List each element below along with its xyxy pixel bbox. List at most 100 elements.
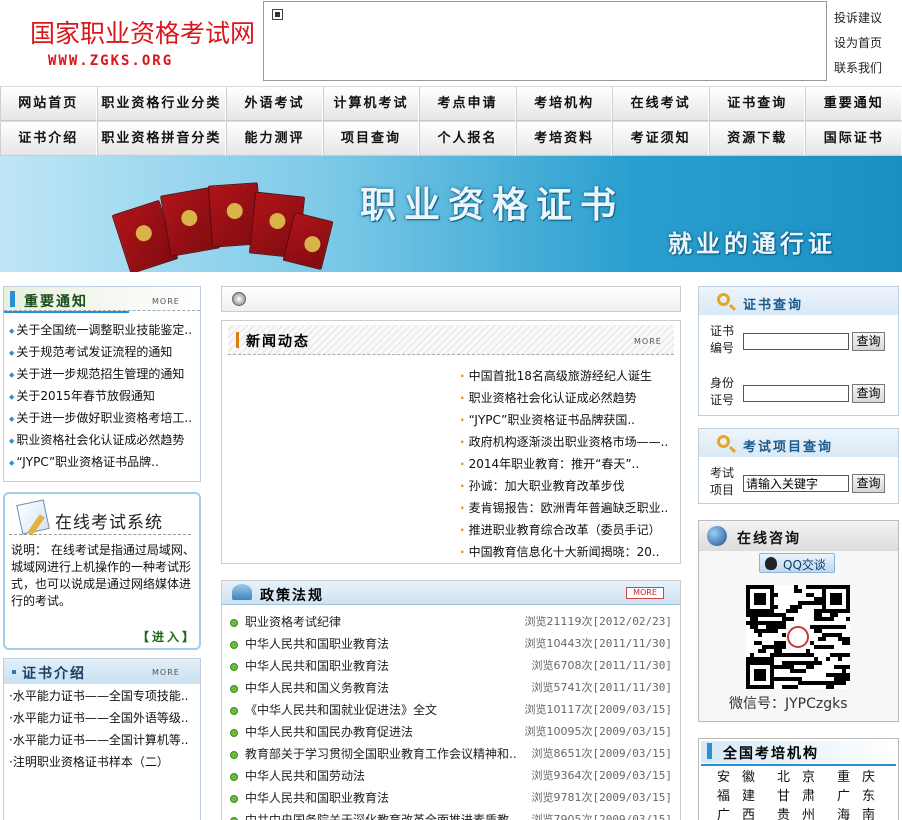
qr-module [794,669,798,673]
province-link[interactable]: 重庆 [837,768,897,787]
policy-item[interactable]: 中华人民共和国义务教育法 浏览5741次[2011/11/30] [230,677,676,699]
nav-item[interactable]: 考培机构 [515,86,613,121]
nav-item[interactable]: 项目查询 [322,121,420,156]
cert-intro-item[interactable]: ·水平能力证书——全国专项技能.. [9,688,195,705]
notice-more-link[interactable]: MORE [152,297,180,306]
news-item[interactable]: · 推进职业教育综合改革（委员手记） [460,519,674,541]
qr-module [778,677,782,681]
bullet-icon: ◆ [9,436,15,445]
policy-item[interactable]: 职业资格考试纪律 浏览21119次[2012/02/23] [230,611,676,633]
qq-chat-button[interactable]: QQ交谈 [759,553,835,573]
news-item[interactable]: · 孙诚：加大职业教育改革步伐 [460,475,674,497]
set-homepage-link[interactable]: 设为首页 [834,34,882,51]
qr-module [838,625,842,629]
exam-keyword-input[interactable] [743,475,849,492]
policy-item[interactable]: 中共中央国务院关于深化教育改革全面推进素质教.. 浏览7905次[2009/03/… [230,809,676,820]
qr-module [838,657,842,661]
qr-module [814,597,818,601]
qr-module [774,593,778,597]
qr-module [762,613,766,617]
news-item[interactable]: · 中国教育信息化十大新闻揭晓：20.. [460,541,674,563]
id-number-input[interactable] [743,385,849,402]
policy-bullet-icon [230,728,238,737]
nav-item[interactable]: 重要通知 [805,86,902,121]
nav-item[interactable]: 考培资料 [515,121,613,156]
bullet-icon: · [460,523,465,537]
news-item[interactable]: · 职业资格社会化认证成必然趋势 [460,387,674,409]
exam-query-button[interactable]: 查询 [852,474,885,493]
nav-item[interactable]: 考证须知 [612,121,709,156]
nav-item[interactable]: 网站首页 [0,86,97,121]
nav-item[interactable]: 计算机考试 [322,86,420,121]
nav-item[interactable]: 能力测评 [226,121,323,156]
cert-number-query-button[interactable]: 查询 [852,332,885,351]
policy-item[interactable]: 教育部关于学习贯彻全国职业教育工作会议精神和.. 浏览8651次[2009/03/… [230,743,676,765]
policy-item[interactable]: 中华人民共和国民办教育促进法 浏览10095次[2009/03/15] [230,721,676,743]
province-link[interactable]: 贵州 [777,806,837,820]
qr-module [762,657,766,661]
province-link[interactable]: 海南 [837,806,897,820]
province-link[interactable]: 福建 [717,787,777,806]
news-item-label: 政府机构逐渐淡出职业资格市场——.. [468,435,669,449]
news-item[interactable]: · 中国首批18名高级旅游经纪人诞生 [460,365,674,387]
id-number-query-button[interactable]: 查询 [852,384,885,403]
nav-item[interactable]: 证书介绍 [0,121,97,156]
policy-more-link[interactable]: MORE [626,587,664,599]
news-item[interactable]: · 麦肯锡报告：欧洲青年普遍缺乏职业.. [460,497,674,519]
qr-module [830,593,842,605]
nav-item[interactable]: 资源下载 [708,121,806,156]
nav-item[interactable]: 在线考试 [612,86,709,121]
qr-module [754,657,758,661]
qr-module [786,625,810,649]
notice-item[interactable]: ◆ 关于进一步做好职业资格考培工.. [9,407,199,429]
policy-item[interactable]: 中华人民共和国劳动法 浏览9364次[2009/03/15] [230,765,676,787]
cert-intro-item[interactable]: ·水平能力证书——全国计算机等.. [9,732,195,749]
nav-item[interactable]: 个人报名 [419,121,516,156]
province-link[interactable]: 北京 [777,768,837,787]
news-item[interactable]: · 政府机构逐渐淡出职业资格市场——.. [460,431,674,453]
notice-item[interactable]: ◆ 职业资格社会化认证成必然趋势 [9,429,199,451]
qr-module [770,657,774,661]
news-more-link[interactable]: MORE [634,337,662,346]
complaint-link[interactable]: 投诉建议 [834,9,882,26]
policy-item[interactable]: 中华人民共和国职业教育法 浏览9781次[2009/03/15] [230,787,676,809]
news-item[interactable]: · 2014年职业教育：推开“春天”.. [460,453,674,475]
cert-intro-more-link[interactable]: MORE [152,668,180,677]
nav-row-1: 网站首页 职业资格行业分类 外语考试 计算机考试 考点申请 考培机构 在线考试 证书查询 重要通… [0,86,902,121]
qr-module [830,633,834,637]
qr-module [802,661,806,665]
qr-module [834,653,838,657]
notice-item[interactable]: ◆ 关于全国统一调整职业技能鉴定.. [9,319,199,341]
province-link[interactable]: 广东 [837,787,897,806]
notice-item[interactable]: ◆ 关于进一步规范招生管理的通知 [9,363,199,385]
notice-item[interactable]: ◆ 关于规范考试发证流程的通知 [9,341,199,363]
nav-item[interactable]: 证书查询 [708,86,806,121]
province-link[interactable]: 广西 [717,806,777,820]
notice-item[interactable]: ◆ 关于2015年春节放假通知 [9,385,199,407]
notice-item[interactable]: ◆ “JYPC”职业资格证书品牌.. [9,451,199,473]
cert-number-input[interactable] [743,333,849,350]
policy-item-date: [2009/03/15] [592,769,672,782]
cert-intro-item[interactable]: ·注明职业资格证书样本（二） [9,754,195,771]
policy-item[interactable]: 中华人民共和国职业教育法 浏览10443次[2011/11/30] [230,633,676,655]
cert-intro-item[interactable]: ·水平能力证书——全国外语等级.. [9,710,195,727]
province-link[interactable]: 安徽 [717,768,777,787]
nav-item[interactable]: 国际证书 [805,121,902,156]
contact-link[interactable]: 联系我们 [834,59,882,76]
site-logo-text[interactable]: 国家职业资格考试网 [30,14,255,50]
nav-item[interactable]: 职业资格拼音分类 [96,121,227,156]
policy-item-date: [2011/11/30] [592,637,672,650]
qr-module [778,645,782,649]
nav-item[interactable]: 职业资格行业分类 [96,86,227,121]
exam-enter-link[interactable]: 【进入】 [137,628,197,645]
policy-item[interactable]: 中华人民共和国职业教育法 浏览6708次[2011/11/30] [230,655,676,677]
news-item[interactable]: · “JYPC”职业资格证书品牌获国.. [460,409,674,431]
qr-module [810,653,814,657]
policy-item-meta: 浏览10095次[2009/03/15] [524,721,672,743]
nav-item[interactable]: 外语考试 [226,86,323,121]
province-link[interactable]: 甘肃 [777,787,837,806]
institutions-underline [701,764,896,766]
policy-item[interactable]: 《中华人民共和国就业促进法》全文 浏览10117次[2009/03/15] [230,699,676,721]
cert-query-title: 证书查询 [743,298,804,313]
nav-item[interactable]: 考点申请 [419,86,516,121]
